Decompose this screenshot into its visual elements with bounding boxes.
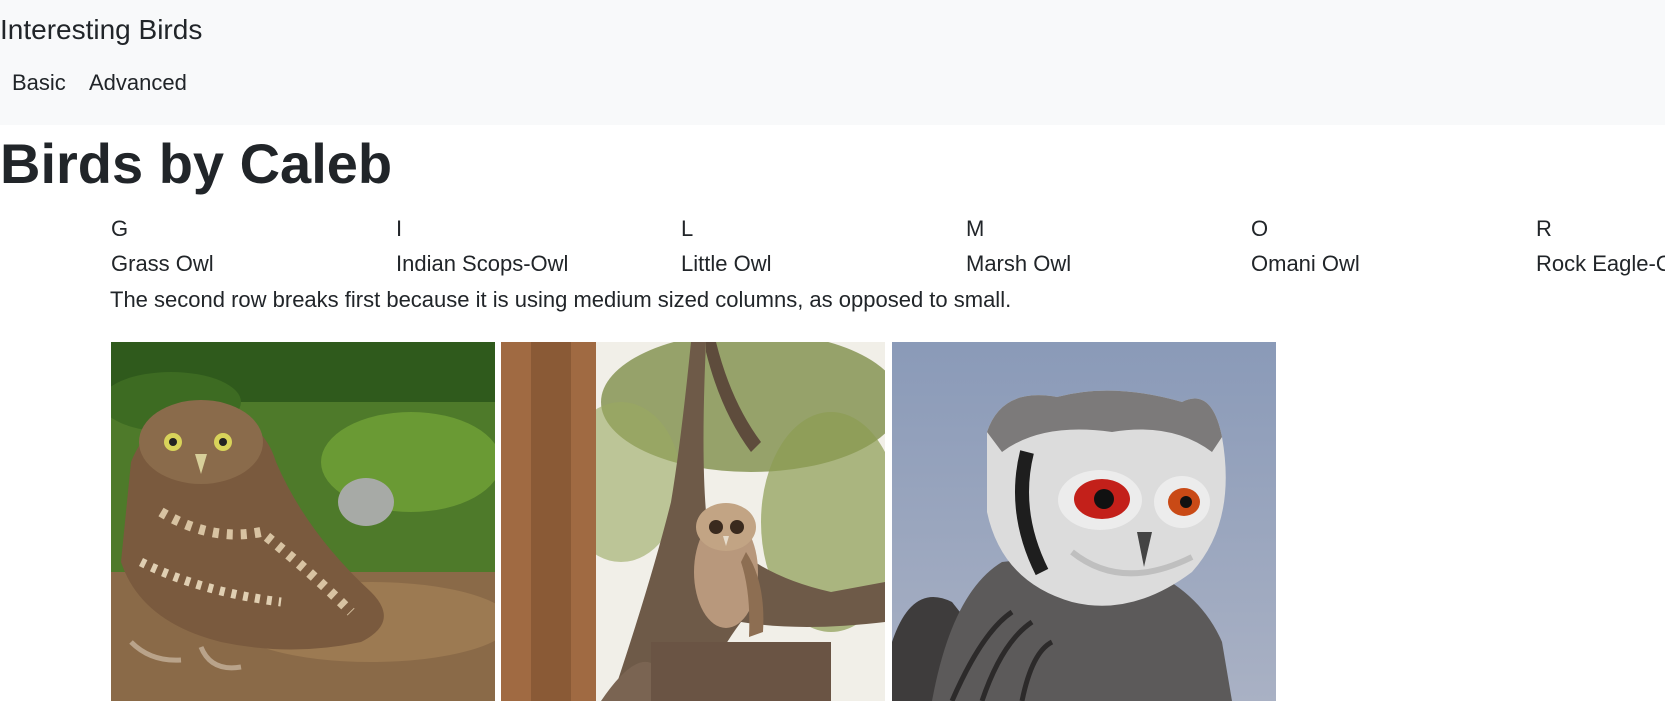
bird-name-omani-owl: Omani Owl (1251, 251, 1360, 276)
bird-name-indian-scops-owl: Indian Scops-Owl (396, 251, 569, 276)
navbar-brand[interactable]: Interesting Birds (0, 14, 202, 46)
nav-link-advanced[interactable]: Advanced (89, 70, 187, 96)
owl-in-tree-photo (501, 342, 885, 701)
column-letter-l: L (681, 216, 694, 241)
bird-name-marsh-owl: Marsh Owl (966, 251, 1072, 276)
layout-note: The second row breaks first because it i… (110, 287, 1012, 312)
page-title: Birds by Caleb (0, 132, 393, 195)
bird-name-grass-owl: Grass Owl (111, 251, 214, 276)
bird-name-little-owl: Little Owl (681, 251, 772, 276)
white-faced-scops-owl-photo (892, 342, 1276, 701)
column-letter-o: O (1251, 216, 1269, 241)
column-letter-i: I (396, 216, 403, 241)
navbar: Interesting Birds Basic Advanced (0, 0, 1665, 125)
nav-link-basic[interactable]: Basic (12, 70, 66, 96)
column-letter-m: M (966, 216, 985, 241)
column-letter-g: G (111, 216, 129, 241)
burrowing-owl-photo (111, 342, 495, 701)
bird-name-rock-eagle-owl: Rock Eagle-Owl (1536, 251, 1665, 276)
column-letter-r: R (1536, 216, 1552, 241)
